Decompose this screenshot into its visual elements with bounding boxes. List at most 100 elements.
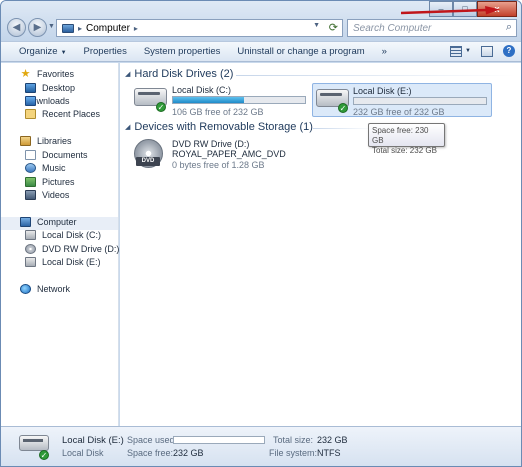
view-icon (450, 45, 463, 57)
music-icon (25, 163, 36, 173)
libraries-icon (20, 136, 31, 146)
breadcrumb-computer[interactable]: Computer (86, 23, 130, 34)
chevron-down-icon: ▼ (60, 50, 67, 56)
hard-disk-icon (19, 435, 49, 451)
search-box[interactable]: Search Computer ⌕ (347, 19, 517, 37)
nav-label: Videos (42, 190, 70, 200)
collapse-triangle-icon[interactable]: ◢ (125, 123, 130, 131)
drive-free-text: 0 bytes free of 1.28 GB (172, 160, 265, 170)
documents-icon (25, 150, 36, 160)
nav-item-libraries[interactable]: Libraries (20, 136, 72, 146)
tooltip-space-free: Space free: 230 GB (372, 126, 429, 145)
nav-item-network[interactable]: Network (20, 284, 70, 294)
downloads-icon (25, 96, 36, 106)
forward-button[interactable]: ▶ (28, 18, 47, 37)
windows-check-icon: ✓ (156, 102, 166, 112)
uninstall-program-button[interactable]: Uninstall or change a program (229, 46, 373, 57)
breadcrumb-separator-icon[interactable]: ▸ (78, 24, 82, 33)
disc-label: ROYAL_PAPER_AMC_DVD (172, 149, 286, 159)
nav-item-dvd-drive[interactable]: DVD RW Drive (D:) R (25, 244, 128, 254)
nav-label: Favorites (37, 69, 75, 79)
nav-item-recent-places[interactable]: Recent Places (25, 109, 100, 119)
nav-label: DVD RW Drive (D:) R (42, 244, 129, 254)
properties-button[interactable]: Properties (76, 46, 136, 57)
title-bar: ◀ ▶ ▼ ▸ Computer ▸ ▼ ⟳ Search Computer ⌕… (1, 1, 521, 41)
nav-label: Network (37, 284, 71, 294)
drive-name: Local Disk (E:) (353, 86, 412, 96)
nav-item-computer[interactable]: Computer (20, 217, 77, 227)
nav-item-desktop[interactable]: Desktop (25, 83, 75, 93)
nav-label: Libraries (37, 136, 72, 146)
navigation-pane: ★ Favorites Desktop Downloads Recent Plac… (1, 63, 128, 426)
drive-item-dvd[interactable]: DVD DVD RW Drive (D:) ROYAL_PAPER_AMC_DV… (130, 137, 310, 171)
search-placeholder[interactable]: Search Computer (353, 23, 431, 34)
drive-tooltip: Space free: 230 GB Total size: 232 GB (368, 123, 445, 155)
nav-label: Computer (37, 217, 77, 227)
nav-item-documents[interactable]: Documents (25, 150, 88, 160)
dvd-drive-icon (25, 244, 36, 254)
windows-check-icon: ✓ (39, 450, 49, 460)
recent-pages-chevron-icon[interactable]: ▼ (48, 23, 55, 30)
system-properties-button[interactable]: System properties (136, 46, 230, 57)
back-arrow-icon: ◀ (12, 22, 21, 33)
hard-disk-icon (25, 257, 36, 267)
dvd-badge: DVD (136, 157, 160, 166)
file-system-label: File system: (269, 448, 318, 458)
details-pane: ✓ Local Disk (E:) Local Disk Space used:… (1, 426, 521, 466)
nav-item-local-disk-e[interactable]: Local Disk (E:) (25, 257, 101, 267)
total-size-label: Total size: (273, 435, 314, 445)
recent-places-icon (25, 109, 36, 119)
organize-menu[interactable]: Organize ▼ (11, 46, 76, 57)
nav-item-local-disk-c[interactable]: Local Disk (C:) (25, 230, 101, 240)
space-used-bar (173, 436, 265, 444)
nav-label: Desktop (42, 83, 76, 93)
refresh-icon[interactable]: ⟳ (329, 21, 338, 34)
nav-item-videos[interactable]: Videos (25, 190, 69, 200)
nav-item-music[interactable]: Music (25, 163, 66, 173)
collapse-triangle-icon[interactable]: ◢ (125, 70, 130, 78)
address-dropdown-icon[interactable]: ▼ (313, 22, 320, 29)
back-button[interactable]: ◀ (7, 18, 26, 37)
change-view-button[interactable]: ▼ (450, 45, 471, 57)
nav-item-pictures[interactable]: Pictures (25, 177, 75, 187)
preview-pane-icon[interactable] (481, 45, 493, 57)
drive-name: DVD RW Drive (D:) (172, 139, 250, 149)
nav-label: Local Disk (E:) (42, 257, 101, 267)
group-header-hard-disk-drives[interactable]: ◢ Hard Disk Drives (2) (125, 68, 233, 80)
chevron-down-icon: ▼ (465, 48, 471, 54)
nav-label: Pictures (42, 177, 75, 187)
nav-item-favorites[interactable]: ★ Favorites (20, 68, 75, 80)
nav-label: Recent Places (42, 109, 101, 119)
drive-item-e[interactable]: ✓ Local Disk (E:) 232 GB free of 232 GB (312, 83, 492, 117)
group-title: Devices with Removable Storage (1) (134, 121, 313, 133)
network-icon (20, 284, 31, 294)
help-icon[interactable]: ? (503, 45, 515, 57)
red-annotation-arrow (401, 6, 500, 15)
hard-disk-icon (25, 230, 36, 240)
group-title: Hard Disk Drives (2) (134, 68, 234, 80)
nav-label: Documents (42, 150, 88, 160)
windows-check-icon: ✓ (338, 103, 348, 113)
group-header-removable-storage[interactable]: ◢ Devices with Removable Storage (1) (125, 121, 313, 133)
details-drive-type: Local Disk (62, 448, 104, 458)
nav-item-downloads[interactable]: Downloads (25, 96, 70, 106)
drive-item-c[interactable]: ✓ Local Disk (C:) 106 GB free of 232 GB (130, 83, 310, 117)
tooltip-total-size: Total size: 232 GB (372, 146, 437, 155)
space-used-label: Space used: (127, 435, 178, 445)
search-icon[interactable]: ⌕ (506, 21, 512, 34)
star-icon: ★ (20, 68, 31, 80)
breadcrumb-separator-icon[interactable]: ▸ (134, 24, 138, 33)
toolbar-right: ▼ ? (450, 45, 515, 57)
drive-usage-fill (173, 97, 245, 103)
explorer-window: ◀ ▶ ▼ ▸ Computer ▸ ▼ ⟳ Search Computer ⌕… (0, 0, 522, 467)
pictures-icon (25, 177, 36, 187)
nav-label: Music (42, 163, 66, 173)
videos-icon (25, 190, 36, 200)
command-bar: Organize ▼ Properties System properties U… (1, 41, 521, 62)
computer-icon (62, 23, 74, 33)
more-commands-button[interactable]: » (374, 46, 396, 57)
nav-label: Local Disk (C:) (42, 230, 102, 240)
drive-usage-bar (172, 96, 306, 104)
organize-label: Organize (19, 46, 58, 57)
address-bar[interactable]: ▸ Computer ▸ ▼ ⟳ (56, 19, 343, 37)
